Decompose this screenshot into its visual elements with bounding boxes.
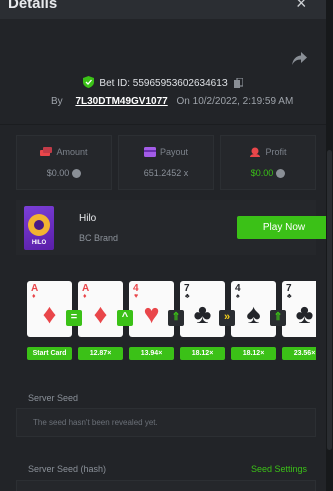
server-seed-hash-label: Server Seed (hash) xyxy=(28,464,107,474)
card-history: A ♦ ♦ Start Card A ♦ ♦ 12.87× 4 ♥ ♥ 13.94× 7 ♣ ♣ 18.12×… xyxy=(16,270,316,375)
multiplier-badge: Start Card xyxy=(27,347,72,360)
player-name-link[interactable]: 7L30DTM49GV1077 xyxy=(75,96,167,107)
close-icon[interactable]: × xyxy=(296,0,307,14)
seed-settings-link[interactable]: Seed Settings xyxy=(251,464,307,474)
bet-stats: Amount $0.00 Payout 651.2452 x Profit $0… xyxy=(16,135,316,190)
playing-card: 7 ♣ ♣ xyxy=(180,281,225,337)
guess-arrow-icon: » xyxy=(219,310,235,326)
playing-card: 7 ♣ ♣ xyxy=(282,281,316,337)
hilo-logo-icon xyxy=(28,214,50,236)
bet-id-label: Bet ID: xyxy=(99,78,130,89)
game-brand: BC Brand xyxy=(79,233,119,243)
game-thumbnail[interactable]: HILO xyxy=(24,206,54,250)
panel-header: Details × xyxy=(0,0,326,19)
divider xyxy=(0,124,326,125)
profit-icon xyxy=(249,147,261,159)
share-icon[interactable] xyxy=(292,52,307,70)
profit-value: $0.00 xyxy=(250,168,274,178)
game-card: HILO Hilo BC Brand Play Now xyxy=(16,200,326,255)
thumbnail-label: HILO xyxy=(31,240,47,246)
game-name: Hilo xyxy=(79,213,97,224)
by-label: By xyxy=(51,96,63,107)
multiplier-badge: 23.56× xyxy=(282,347,316,360)
multiplier-badge: 13.94× xyxy=(129,347,174,360)
scrollbar-thumb[interactable] xyxy=(327,150,332,450)
copy-icon[interactable] xyxy=(233,77,244,91)
payout-value: 651.2452 x xyxy=(143,168,189,178)
card-suit-large-icon: ♣ xyxy=(295,299,314,329)
playing-card: A ♦ ♦ xyxy=(27,281,72,337)
bet-details-panel: Details × Bet ID: 5596595360263461З By 7… xyxy=(0,0,326,491)
multiplier-badge: 18.12× xyxy=(231,347,276,360)
playing-card: 4 ♠ ♠ xyxy=(231,281,276,337)
bet-byline: By 7L30DTM49GV1077 On 10/2/2022, 2:19:59… xyxy=(51,96,293,107)
playing-card: A ♦ ♦ xyxy=(78,281,123,337)
guess-arrow-icon: ⇑ xyxy=(270,310,286,326)
guess-arrow-icon: = xyxy=(66,310,82,326)
scrollbar[interactable] xyxy=(326,0,333,491)
server-seed-field[interactable]: The seed hasn't been revealed yet. xyxy=(16,408,316,437)
profit-stat: Profit $0.00 xyxy=(220,135,316,190)
payout-label: Payout xyxy=(159,147,189,157)
bet-id-value: 5596595360263461З xyxy=(132,78,228,89)
profit-label: Profit xyxy=(265,147,287,157)
multiplier-badge: 12.87× xyxy=(78,347,123,360)
server-seed-label: Server Seed xyxy=(28,393,79,403)
guess-arrow-icon: ⇑ xyxy=(168,310,184,326)
payout-stat: Payout 651.2452 x xyxy=(118,135,214,190)
wallet-icon xyxy=(143,147,156,159)
shield-check-icon xyxy=(83,76,95,91)
on-label: On xyxy=(176,96,190,107)
panel-title: Details xyxy=(8,0,58,12)
coin-icon xyxy=(276,169,286,178)
coin-icon xyxy=(72,169,82,178)
play-now-button[interactable]: Play Now xyxy=(237,216,326,239)
cash-icon xyxy=(40,147,53,159)
amount-stat: Amount $0.00 xyxy=(16,135,112,190)
amount-label: Amount xyxy=(56,147,88,157)
amount-value: $0.00 xyxy=(46,168,70,178)
multiplier-badge: 18.12× xyxy=(180,347,225,360)
bet-id-row: Bet ID: 5596595360263461З xyxy=(0,76,326,91)
server-seed-hash-field[interactable] xyxy=(16,480,316,491)
guess-arrow-icon: ^ xyxy=(117,310,133,326)
playing-card: 4 ♥ ♥ xyxy=(129,281,174,337)
server-seed-value: The seed hasn't been revealed yet. xyxy=(33,418,158,427)
bet-date: 10/2/2022, 2:19:59 AM xyxy=(192,96,294,107)
